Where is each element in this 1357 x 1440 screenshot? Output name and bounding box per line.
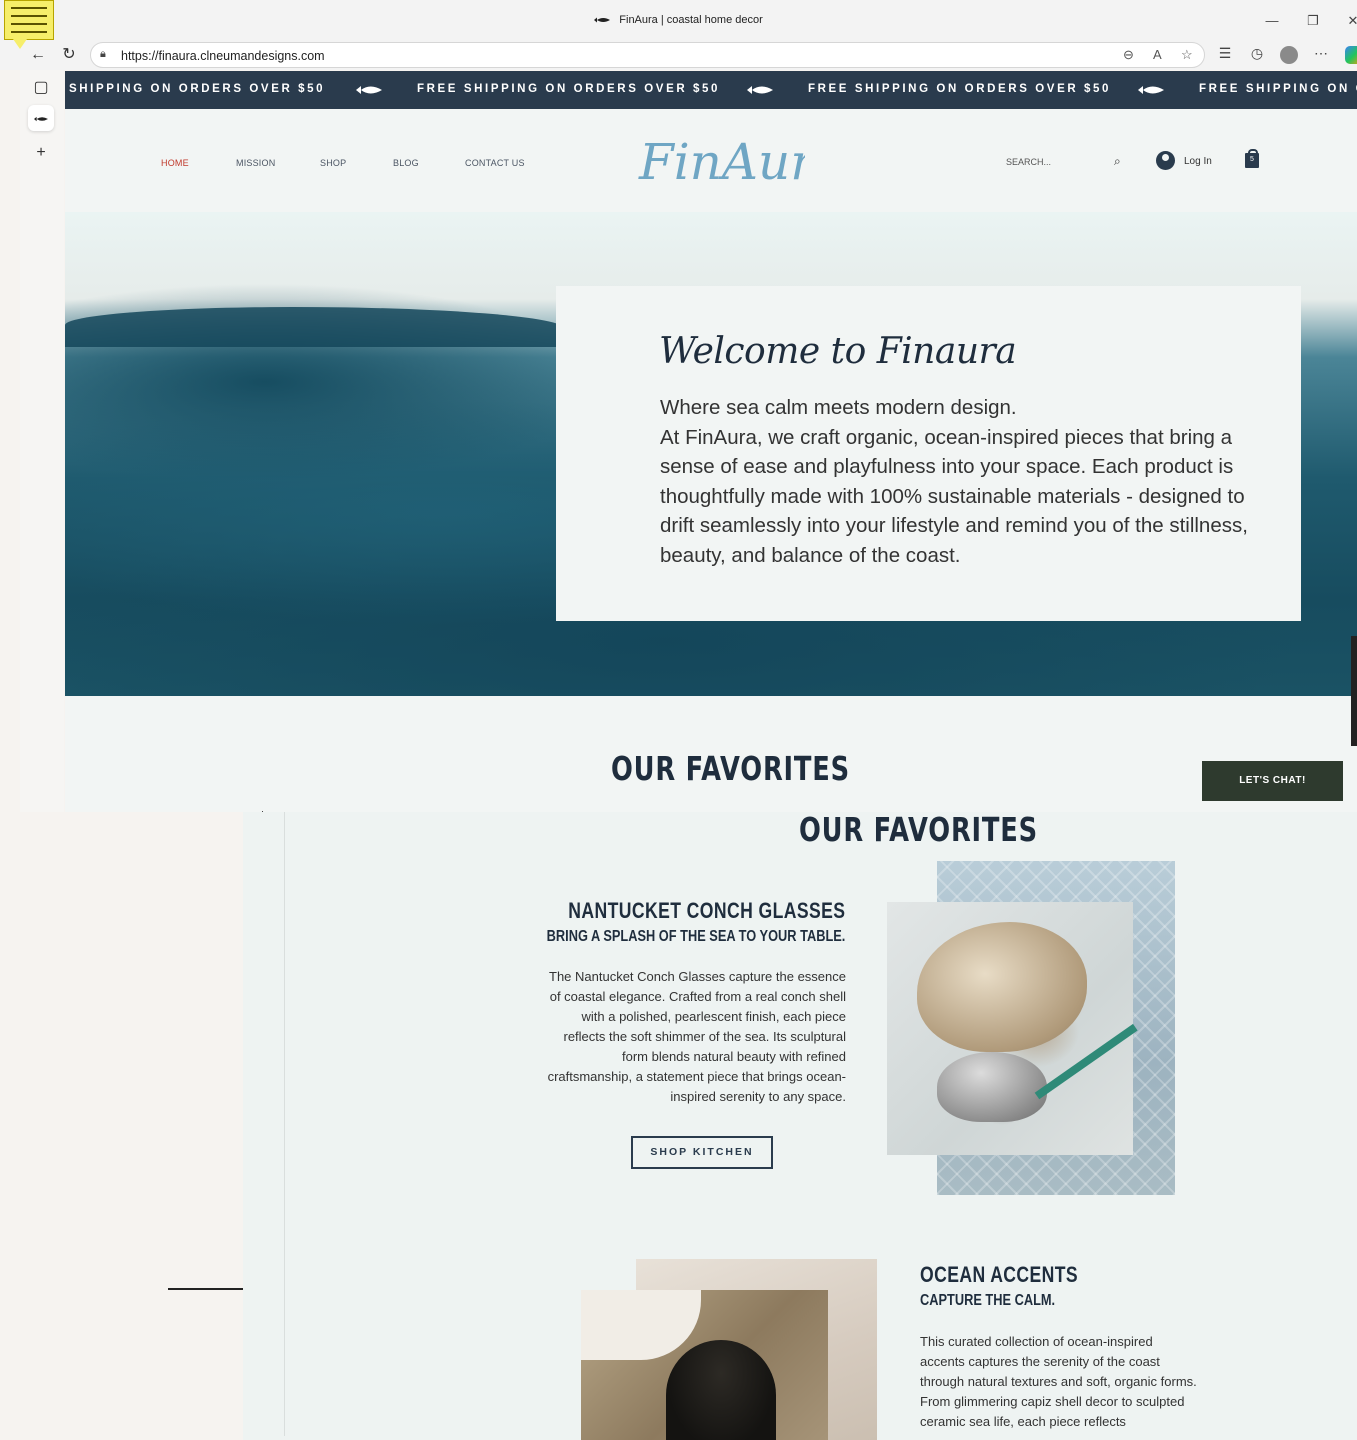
active-tab-fish-icon[interactable]	[28, 105, 54, 131]
url-text[interactable]: https://finaura.clneumandesigns.com	[121, 49, 325, 63]
history-icon[interactable]: ◷	[1246, 45, 1268, 62]
profile-icon[interactable]	[1280, 46, 1298, 64]
product-subtitle: CAPTURE THE CALM.	[920, 1292, 1056, 1309]
conch-base-shape	[937, 1052, 1047, 1122]
welcome-body: At FinAura, we craft organic, ocean-insp…	[660, 425, 1248, 567]
copilot-icon[interactable]	[1345, 46, 1357, 64]
back-icon[interactable]: ←	[26, 43, 50, 67]
product-subtitle: BRING A SPLASH OF THE SEA TO YOUR TABLE.	[546, 928, 845, 945]
login-link[interactable]: Log In	[1184, 156, 1212, 167]
browser-toolbar: ← ↻ 🔒︎ https://finaura.clneumandesigns.c…	[0, 40, 1357, 70]
product-title: OCEAN ACCENTS	[920, 1262, 1079, 1287]
finaura-logo[interactable]: FinAura	[635, 117, 805, 207]
favorites-icon[interactable]: ☰	[1214, 45, 1236, 62]
tab-title-text: FinAura | coastal home decor	[619, 14, 763, 26]
cart-bag-icon[interactable]: 5	[1245, 149, 1259, 168]
product-description: The Nantucket Conch Glasses capture the …	[547, 969, 846, 1104]
user-avatar-icon[interactable]	[1156, 151, 1175, 170]
nav-shop[interactable]: SHOP	[320, 158, 346, 168]
shipping-marquee: SHIPPING ON ORDERS OVER $50 FREE SHIPPIN…	[65, 71, 1357, 109]
welcome-lead: Where sea calm meets modern design.	[660, 396, 1017, 419]
product-title: NANTUCKET CONCH GLASSES	[567, 898, 845, 923]
welcome-text: Where sea calm meets modern design. At F…	[660, 393, 1260, 571]
restore-button[interactable]: ❐	[1301, 10, 1325, 32]
marquee-text: FREE SHIPPING ON ORDERS OVER $50	[417, 83, 721, 95]
conch-glass-photo[interactable]	[887, 902, 1138, 1155]
nav-blog[interactable]: BLOG	[393, 158, 419, 168]
ocean-wave-image	[65, 307, 565, 347]
marquee-text: SHIPPING ON ORDERS OVER $50	[69, 83, 326, 95]
site-header: HOME MISSION SHOP BLOG CONTACT US FinAur…	[65, 109, 1357, 213]
divider-line	[168, 1288, 243, 1290]
favorites-heading: OUR FAVORITES	[611, 749, 850, 788]
new-tab-icon[interactable]: +	[28, 140, 54, 166]
refresh-icon[interactable]: ↻	[57, 43, 81, 67]
sticky-note-icon[interactable]	[4, 0, 54, 49]
conch-shell-shape	[917, 922, 1087, 1052]
fish-icon	[747, 86, 773, 94]
welcome-heading: Welcome to Finaura	[659, 331, 1017, 372]
more-options-icon[interactable]: ⋯	[1310, 45, 1332, 62]
hero-banner: Welcome to Finaura Where sea calm meets …	[65, 212, 1357, 696]
product-description: This curated collection of ocean-inspire…	[920, 1334, 1197, 1429]
fish-icon	[1138, 86, 1164, 94]
browser-titlebar: FinAura | coastal home decor — ❐ ✕	[0, 0, 1357, 40]
close-button[interactable]: ✕	[1341, 10, 1357, 32]
tab-actions-icon[interactable]: ▢	[28, 75, 54, 101]
read-aloud-icon[interactable]: A	[1153, 47, 1162, 62]
lock-icon[interactable]: 🔒︎	[100, 48, 106, 61]
marquee-text: FREE SHIPPING ON O	[1199, 83, 1357, 95]
search-input[interactable]: SEARCH...	[1006, 157, 1051, 167]
side-tab[interactable]	[1351, 636, 1357, 746]
fish-icon	[356, 86, 382, 94]
website: SHIPPING ON ORDERS OVER $50 FREE SHIPPIN…	[65, 71, 1357, 812]
nav-mission[interactable]: MISSION	[236, 158, 275, 168]
favorite-star-icon[interactable]: ☆	[1181, 47, 1193, 63]
welcome-card: Welcome to Finaura Where sea calm meets …	[556, 286, 1301, 621]
marquee-text: FREE SHIPPING ON ORDERS OVER $50	[808, 83, 1112, 95]
favorites-heading-large: OUR FAVORITES	[799, 812, 1038, 849]
chat-button[interactable]: LET'S CHAT!	[1202, 761, 1343, 801]
fish-tab-icon	[34, 116, 48, 122]
search-icon[interactable]: ⌕	[1114, 154, 1121, 169]
address-bar[interactable]: 🔒︎ https://finaura.clneumandesigns.com ⊖…	[90, 42, 1205, 68]
logo-text: FinAura	[638, 133, 805, 191]
cart-count: 5	[1250, 156, 1254, 163]
lamp-shade-shape	[581, 1290, 701, 1360]
nav-contact-us[interactable]: CONTACT US	[465, 158, 525, 168]
ocean-accents-photo[interactable]	[581, 1290, 828, 1440]
shop-kitchen-button[interactable]: SHOP KITCHEN	[631, 1136, 773, 1169]
tab-title[interactable]: FinAura | coastal home decor	[0, 14, 1357, 26]
minimize-button[interactable]: —	[1260, 10, 1284, 32]
zoom-icon[interactable]: ⊖	[1123, 47, 1134, 63]
section-border	[284, 812, 285, 1436]
favorites-section: OUR FAVORITES NANTUCKET CONCH GLASSES BR…	[243, 812, 1357, 1440]
lamp-base-shape	[666, 1340, 776, 1440]
browser-sidebar: ▢ +	[20, 70, 64, 812]
fish-favicon-icon	[594, 17, 611, 23]
nav-home[interactable]: HOME	[161, 158, 189, 168]
